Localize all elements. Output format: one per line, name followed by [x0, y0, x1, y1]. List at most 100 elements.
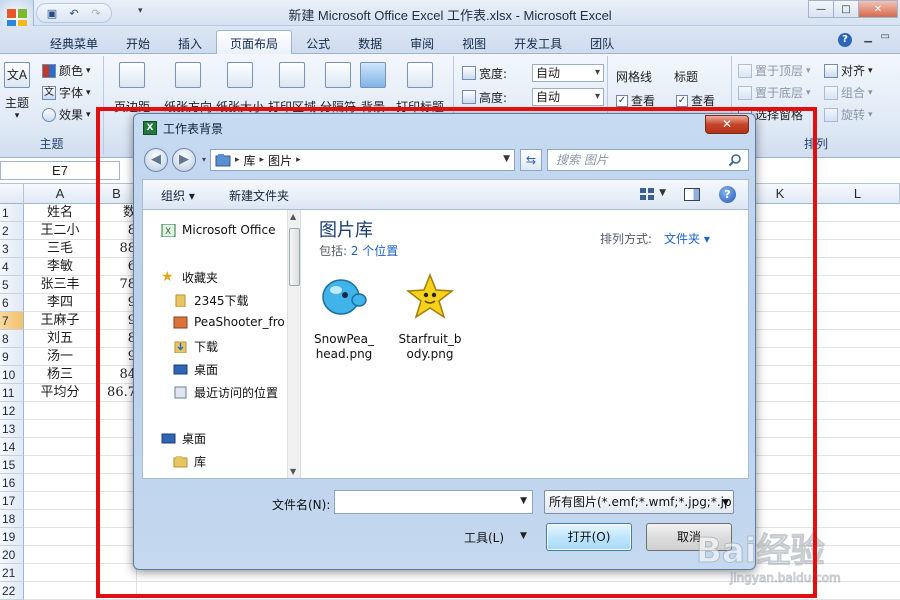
- cell-b[interactable]: 8: [97, 222, 137, 240]
- row-header[interactable]: 14: [0, 438, 24, 456]
- open-button[interactable]: 打开(O): [546, 523, 632, 551]
- effects-button[interactable]: 效果 ▾: [42, 106, 91, 123]
- preview-pane-icon[interactable]: [684, 188, 700, 201]
- cell-a[interactable]: [24, 456, 97, 474]
- row-header[interactable]: 19: [0, 528, 24, 546]
- tab-team[interactable]: 团队: [576, 30, 628, 54]
- cell-a[interactable]: 杨三: [24, 366, 97, 384]
- breadcrumb-library[interactable]: 库: [240, 152, 260, 169]
- nav-item-downloads[interactable]: 下载: [173, 338, 218, 355]
- search-icon[interactable]: [728, 153, 742, 167]
- fonts-button[interactable]: 文 字体 ▾: [42, 84, 91, 101]
- align-button[interactable]: 对齐 ▾: [824, 62, 873, 79]
- arrange-by-dropdown[interactable]: 文件夹 ▾: [664, 230, 710, 247]
- scroll-down-icon[interactable]: ▼: [290, 467, 296, 476]
- cell-a[interactable]: 李四: [24, 294, 97, 312]
- themes-button[interactable]: 文A 主题 ▾: [4, 62, 30, 121]
- cell-b[interactable]: [97, 456, 137, 474]
- cell-a[interactable]: 张三丰: [24, 276, 97, 294]
- cell-b[interactable]: [97, 564, 137, 582]
- forward-arrow-icon[interactable]: ▶: [172, 148, 196, 172]
- tab-home[interactable]: 开始: [112, 30, 164, 54]
- search-input[interactable]: 搜索 图片: [547, 149, 749, 171]
- change-view-icon[interactable]: [640, 188, 654, 200]
- send-backward-button[interactable]: 置于底层 ▾: [738, 84, 811, 101]
- cell-a[interactable]: 刘五: [24, 330, 97, 348]
- cell-b[interactable]: [97, 474, 137, 492]
- colors-button[interactable]: 颜色 ▾: [42, 62, 91, 79]
- tab-developer[interactable]: 开发工具: [500, 30, 576, 54]
- nav-pane-scrollbar[interactable]: ▲ ▼: [287, 210, 300, 478]
- row-header[interactable]: 10: [0, 366, 24, 384]
- cell-b[interactable]: 9: [97, 312, 137, 330]
- background-button[interactable]: 背景: [360, 62, 386, 115]
- rotate-button[interactable]: 旋转 ▾: [824, 106, 873, 123]
- address-dropdown-icon[interactable]: ▼: [503, 154, 510, 164]
- cell-b[interactable]: 84: [97, 366, 137, 384]
- row-header[interactable]: 20: [0, 546, 24, 564]
- cell-b[interactable]: [97, 402, 137, 420]
- cell-a[interactable]: 王二小: [24, 222, 97, 240]
- scrollbar-thumb[interactable]: [289, 228, 300, 286]
- height-select[interactable]: 自动: [532, 88, 604, 106]
- breaks-button[interactable]: 分隔符: [320, 62, 356, 115]
- print-area-button[interactable]: 打印区域: [268, 62, 316, 115]
- tab-formulas[interactable]: 公式: [292, 30, 344, 54]
- margins-button[interactable]: 页边距: [114, 62, 150, 115]
- row-header-selected[interactable]: 7: [0, 312, 24, 330]
- row-header[interactable]: 3: [0, 240, 24, 258]
- cell-b[interactable]: 88: [97, 240, 137, 258]
- ribbon-restore-icon[interactable]: ▭: [881, 31, 890, 42]
- address-bar[interactable]: ▸ 库 ▸ 图片 ▸ ▼: [210, 149, 515, 171]
- tab-page-layout[interactable]: 页面布局: [216, 30, 293, 54]
- gridlines-checkbox[interactable]: ✓: [616, 94, 628, 107]
- cell-a[interactable]: 李敏: [24, 258, 97, 276]
- nav-item-2345-downloads[interactable]: 2345下载: [173, 292, 249, 309]
- row-header[interactable]: 8: [0, 330, 24, 348]
- filename-dropdown-icon[interactable]: ▼: [520, 496, 527, 506]
- tools-dropdown-icon[interactable]: ▼: [520, 531, 527, 541]
- file-item-snowpea[interactable]: SnowPea_ head.png: [308, 273, 380, 362]
- cell-a[interactable]: 三毛: [24, 240, 97, 258]
- nav-item-desktop-root[interactable]: 桌面: [161, 430, 206, 447]
- file-type-dropdown-icon[interactable]: ▼: [722, 492, 729, 513]
- cell-a[interactable]: 姓名: [24, 204, 97, 222]
- row-header[interactable]: 21: [0, 564, 24, 582]
- minimize-icon[interactable]: —: [808, 0, 834, 18]
- new-folder-button[interactable]: 新建文件夹: [229, 187, 289, 204]
- nav-item-peashooter[interactable]: PeaShooter_fro: [173, 315, 285, 329]
- breadcrumb-separator-icon[interactable]: ▸: [296, 155, 301, 165]
- cell-a[interactable]: [24, 420, 97, 438]
- cell-a[interactable]: [24, 402, 97, 420]
- cell-b[interactable]: 8: [97, 330, 137, 348]
- cell-b[interactable]: [97, 438, 137, 456]
- row-header[interactable]: 11: [0, 384, 24, 402]
- column-header-a[interactable]: A: [24, 184, 97, 204]
- ribbon-minimize-icon[interactable]: ▁: [864, 32, 872, 43]
- cell-b[interactable]: 6: [97, 258, 137, 276]
- row-header[interactable]: 15: [0, 456, 24, 474]
- bring-forward-button[interactable]: 置于顶层 ▾: [738, 62, 811, 79]
- refresh-icon[interactable]: ⇆: [520, 149, 542, 171]
- cell-a[interactable]: [24, 492, 97, 510]
- orientation-button[interactable]: 纸张方向: [164, 62, 212, 115]
- row-header[interactable]: 1: [0, 204, 24, 222]
- dialog-title-bar[interactable]: X 工作表背景 ✕: [134, 114, 755, 142]
- row-header[interactable]: 9: [0, 348, 24, 366]
- breadcrumb-pictures[interactable]: 图片: [264, 152, 296, 169]
- size-button[interactable]: 纸张大小: [216, 62, 264, 115]
- nav-item-microsoft-office[interactable]: X Microsoft Office: [161, 223, 275, 237]
- cell-a[interactable]: 汤一: [24, 348, 97, 366]
- cell-b[interactable]: 9: [97, 348, 137, 366]
- nav-item-favorites[interactable]: ★ 收藏夹: [161, 269, 218, 286]
- row-header[interactable]: 22: [0, 582, 24, 600]
- cell-a[interactable]: [24, 546, 97, 564]
- row-header[interactable]: 13: [0, 420, 24, 438]
- nav-item-recent-places[interactable]: 最近访问的位置: [173, 384, 278, 401]
- cell-a[interactable]: [24, 582, 97, 600]
- cell-b[interactable]: 86.7: [97, 384, 137, 402]
- cell-a[interactable]: 平均分: [24, 384, 97, 402]
- file-item-starfruit[interactable]: Starfruit_b ody.png: [394, 272, 466, 362]
- cancel-button[interactable]: 取消: [646, 523, 732, 551]
- tab-data[interactable]: 数据: [344, 30, 396, 54]
